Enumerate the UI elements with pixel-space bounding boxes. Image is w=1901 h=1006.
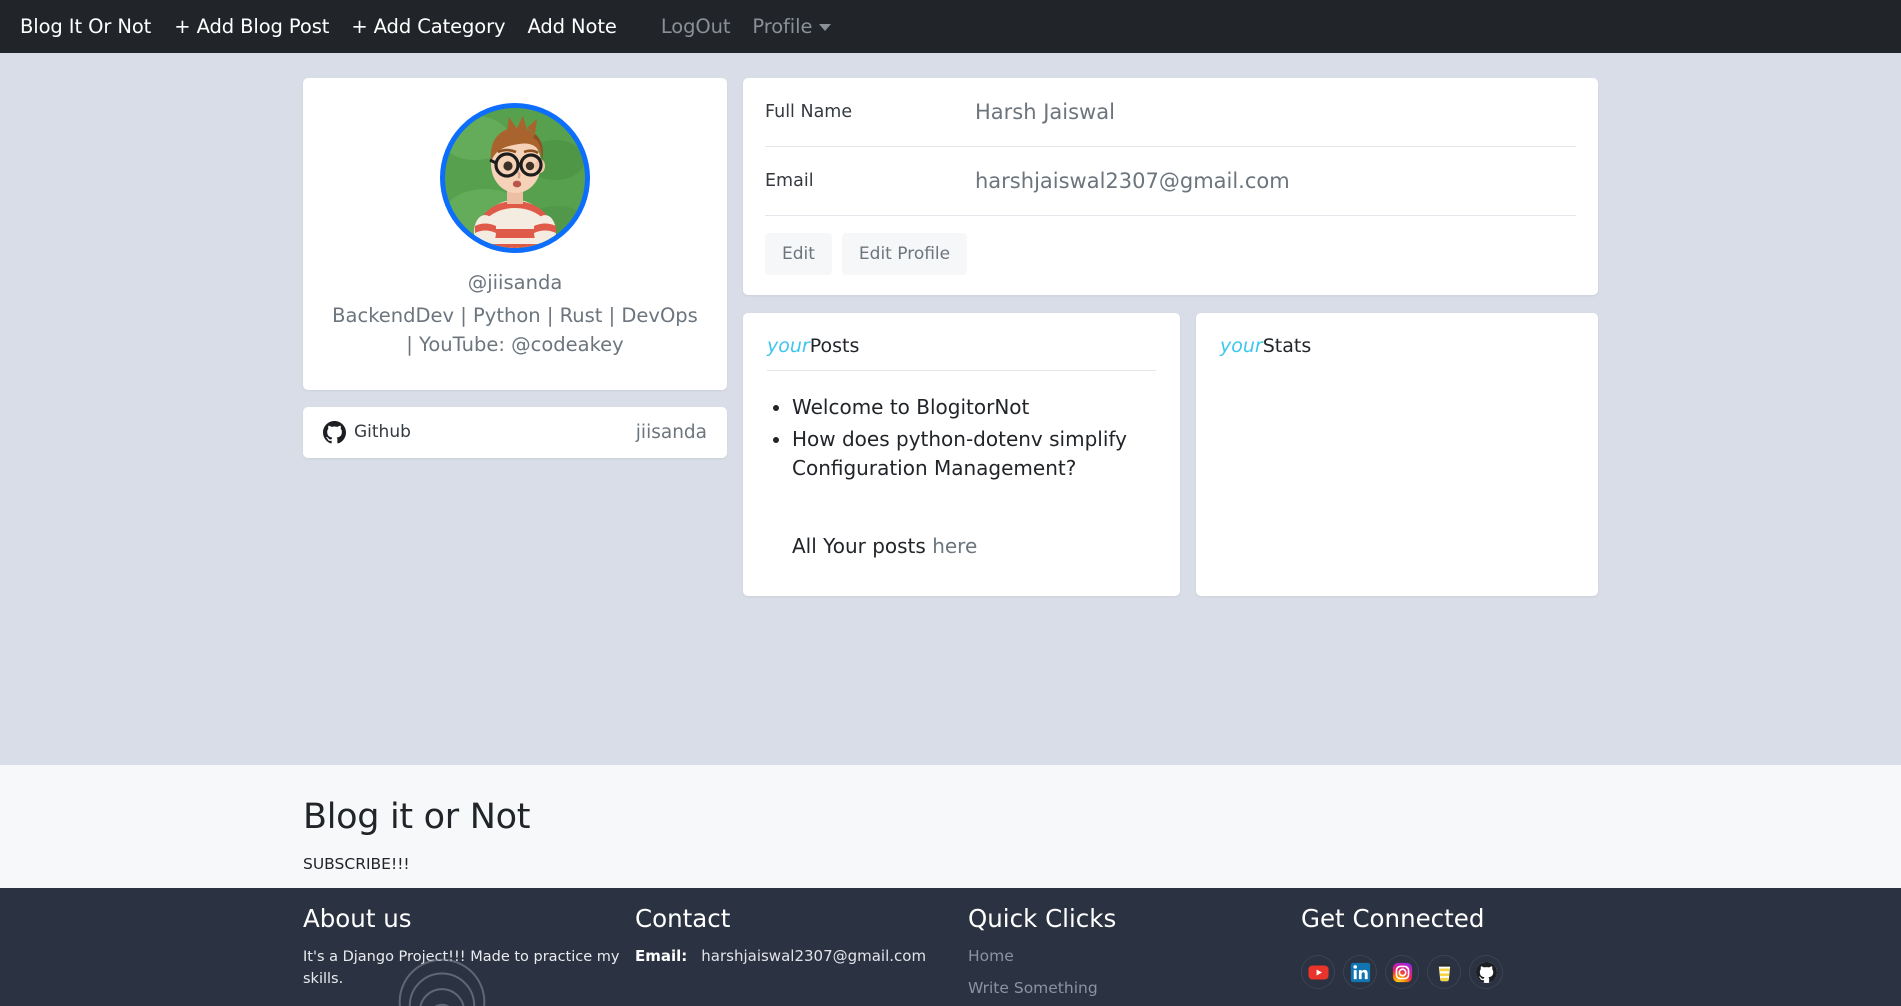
chevron-down-icon [819, 24, 832, 31]
nav-link-profile[interactable]: Profile [741, 7, 842, 46]
edit-button[interactable]: Edit [765, 233, 832, 275]
github-username: jiisanda [635, 421, 707, 443]
your-posts-divider [767, 370, 1156, 371]
footer-contact-email-label: Email: [635, 947, 688, 965]
post-list: Welcome to BlogitorNot How does python-d… [767, 393, 1156, 482]
nav-link-add-blog-post[interactable]: + Add Blog Post [163, 7, 340, 46]
footer-dark-section: About us It's a Django Project!!! Made t… [0, 888, 1901, 1006]
footer-link-home[interactable]: Home [968, 947, 1301, 965]
info-row-email: Email harshjaiswal2307@gmail.com [765, 147, 1576, 216]
social-link-linkedin[interactable] [1343, 955, 1377, 989]
social-icon-row [1301, 955, 1631, 989]
buymeacoffee-icon [1437, 963, 1451, 981]
all-posts-line: All Your posts here [767, 534, 1156, 558]
footer-quick-heading: Quick Clicks [968, 904, 1117, 933]
github-icon [323, 420, 346, 443]
list-item[interactable]: How does python-dotenv simplify Configur… [792, 425, 1156, 482]
nav-link-add-category[interactable]: + Add Category [340, 7, 516, 46]
edit-profile-button[interactable]: Edit Profile [841, 233, 968, 275]
profile-bio: BackendDev | Python | Rust | DevOps | Yo… [323, 301, 707, 360]
avatar [440, 103, 590, 253]
all-posts-text: All Your posts [792, 534, 933, 559]
your-posts-title-accent: your [767, 335, 810, 357]
footer-column-about: About us It's a Django Project!!! Made t… [303, 904, 635, 1006]
navbar: Blog It Or Not + Add Blog Post + Add Cat… [0, 0, 1901, 53]
all-posts-link[interactable]: here [932, 534, 977, 558]
dashboard-bottom-row: yourPosts Welcome to BlogitorNot How doe… [743, 313, 1598, 596]
footer-top-section: Blog it or Not SUBSCRIBE!!! [0, 765, 1901, 888]
nav-link-add-note[interactable]: Add Note [517, 7, 628, 46]
spiral-logo-icon [398, 958, 486, 1006]
your-stats-card: yourStats [1196, 313, 1598, 596]
your-stats-title: yourStats [1220, 335, 1574, 357]
youtube-icon [1307, 965, 1329, 979]
github-label: Github [354, 422, 411, 442]
instagram-icon [1392, 962, 1412, 982]
page-body: @jiisanda BackendDev | Python | Rust | D… [0, 53, 1901, 765]
account-info-card: Full Name Harsh Jaiswal Email harshjaisw… [743, 78, 1598, 295]
info-label-email: Email [765, 171, 814, 191]
social-link-youtube[interactable] [1301, 955, 1335, 989]
user-avatar-cartoon-icon [445, 108, 585, 248]
your-stats-title-solid: Stats [1262, 335, 1312, 357]
left-column: @jiisanda BackendDev | Python | Rust | D… [303, 78, 727, 596]
github-icon [1475, 961, 1497, 983]
footer-subscribe-label: SUBSCRIBE!!! [303, 855, 410, 873]
list-item[interactable]: Welcome to BlogitorNot [792, 393, 1156, 421]
profile-bio-line-2: YouTube: @codeakey [419, 333, 624, 357]
your-posts-title-solid: Posts [809, 335, 860, 357]
social-link-buymeacoffee[interactable] [1427, 955, 1461, 989]
footer-site-title: Blog it or Not [303, 797, 531, 837]
nav-brand[interactable]: Blog It Or Not [8, 7, 163, 46]
github-row[interactable]: Github jiisanda [303, 406, 727, 458]
info-label-full-name: Full Name [765, 102, 853, 122]
your-posts-title: yourPosts [767, 335, 1156, 357]
profile-card: @jiisanda BackendDev | Python | Rust | D… [303, 78, 727, 390]
info-row-full-name: Full Name Harsh Jaiswal [765, 78, 1576, 147]
footer-column-get-connected: Get Connected [1301, 904, 1631, 1006]
nav-link-logout[interactable]: LogOut [650, 7, 742, 46]
profile-action-buttons: Edit Edit Profile [765, 216, 1576, 295]
your-posts-card: yourPosts Welcome to BlogitorNot How doe… [743, 313, 1180, 596]
content-container: @jiisanda BackendDev | Python | Rust | D… [303, 78, 1598, 596]
footer-column-quick-clicks: Quick Clicks Home Write Something [968, 904, 1301, 1006]
footer-social-heading: Get Connected [1301, 904, 1485, 933]
profile-handle: @jiisanda [467, 271, 563, 294]
right-column: Full Name Harsh Jaiswal Email harshjaisw… [743, 78, 1598, 596]
footer-link-write-something[interactable]: Write Something [968, 979, 1301, 997]
social-link-github[interactable] [1469, 955, 1503, 989]
info-value-email: harshjaiswal2307@gmail.com [975, 169, 1290, 193]
footer-contact-heading: Contact [635, 904, 731, 933]
footer-contact-email-value[interactable]: harshjaiswal2307@gmail.com [701, 947, 926, 965]
info-value-full-name: Harsh Jaiswal [975, 100, 1115, 124]
social-link-instagram[interactable] [1385, 955, 1419, 989]
footer-column-contact: Contact Email: harshjaiswal2307@gmail.com [635, 904, 968, 1006]
nav-profile-label: Profile [752, 15, 813, 38]
linkedin-icon [1350, 962, 1370, 982]
footer-contact-email-row: Email: harshjaiswal2307@gmail.com [635, 947, 968, 965]
footer-about-heading: About us [303, 904, 412, 933]
your-stats-title-accent: your [1220, 335, 1263, 357]
